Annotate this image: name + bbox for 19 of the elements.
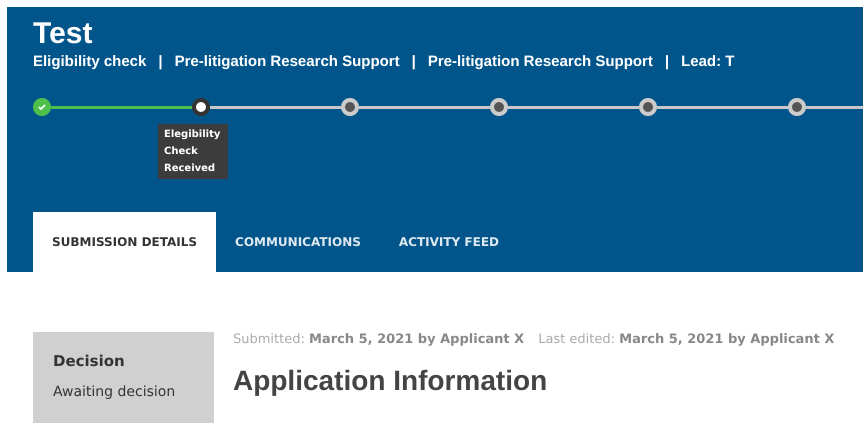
check-icon xyxy=(37,102,47,112)
subtitle-item: Pre-litigation Research Support xyxy=(174,53,400,70)
section-heading: Application Information xyxy=(233,365,548,397)
separator: | xyxy=(664,53,670,70)
separator: | xyxy=(158,53,163,70)
meta-text: Submitted: March 5, 2021 by Applicant X xyxy=(233,332,524,347)
tab[interactable]: SUBMISSION DETAILS xyxy=(33,212,216,272)
progress-line xyxy=(806,106,863,108)
decision-heading: Decision xyxy=(53,352,126,370)
decision-status: Awaiting decision xyxy=(53,384,176,400)
meta-text: Last edited: March 5, 2021 by Applicant X xyxy=(538,332,834,347)
tab[interactable]: ACTIVITY FEED xyxy=(380,212,518,272)
tab[interactable]: COMMUNICATIONS xyxy=(216,212,380,272)
subtitle-item: Eligibility check xyxy=(33,53,146,70)
subtitle-item: Lead: T xyxy=(681,53,734,70)
separator: | xyxy=(412,53,416,70)
subtitle-item: Pre-litigation Research Support xyxy=(428,53,653,70)
page-title: Test xyxy=(33,17,94,51)
step-tooltip: Elegibility Check Received xyxy=(158,124,228,179)
